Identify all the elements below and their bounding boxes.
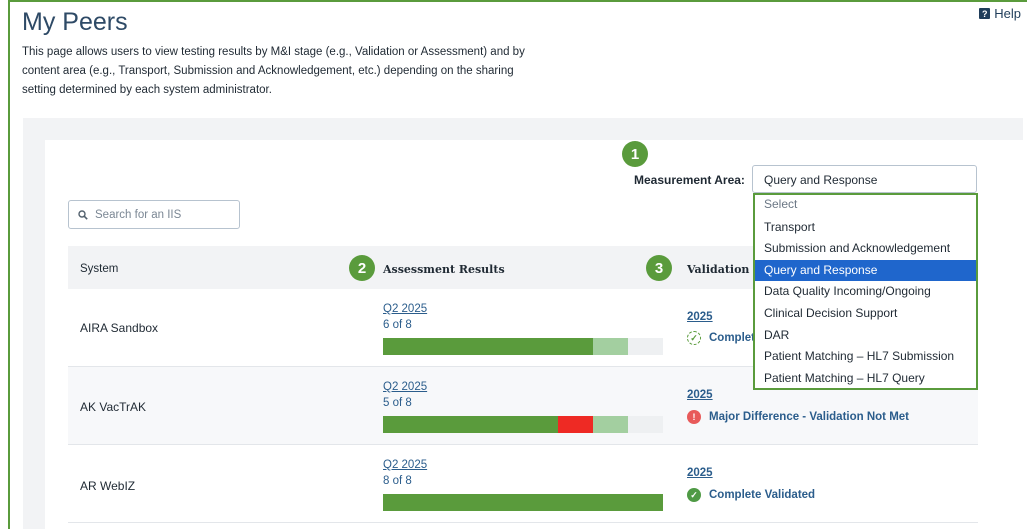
system-name: AK VacTrAK [80, 400, 147, 414]
assessment-progress-bar [383, 338, 663, 355]
dropdown-option[interactable]: Clinical Decision Support [755, 303, 976, 325]
header-system[interactable]: System [80, 263, 118, 275]
help-icon: ? [979, 8, 991, 19]
validation-year-link[interactable]: 2025 [687, 467, 713, 479]
validation-status: ✓ Complete Validated [687, 488, 815, 502]
validation-status: ! Major Difference - Validation Not Met [687, 410, 909, 424]
check-circle-icon: ✓ [687, 488, 701, 502]
bar-segment-partial [593, 416, 628, 433]
measurement-area-dropdown: Select Transport Submission and Acknowle… [753, 193, 978, 390]
assessment-period-link[interactable]: Q2 2025 [383, 459, 427, 471]
search-input[interactable]: Search for an IIS [68, 200, 240, 229]
bar-segment-failed [558, 416, 593, 433]
measurement-area-select[interactable]: Query and Response [752, 165, 977, 193]
assessment-progress-bar [383, 416, 663, 433]
system-name: AR WebIZ [80, 479, 136, 493]
assessment-progress-bar [383, 494, 663, 511]
validation-year-link[interactable]: 2025 [687, 389, 713, 401]
validation-status-text: Major Difference - Validation Not Met [709, 411, 909, 423]
page-description: This page allows users to view testing r… [22, 46, 525, 96]
validation-status: ✓ Complete [687, 331, 761, 345]
table-row [68, 445, 978, 523]
dropdown-option[interactable]: Query and Response [755, 259, 976, 282]
assessment-period-link[interactable]: Q2 2025 [383, 381, 427, 393]
dropdown-option[interactable]: Select [755, 195, 976, 217]
bar-segment-passed [383, 494, 663, 511]
validation-status-text: Complete Validated [709, 489, 816, 501]
step-marker-2: 2 [349, 255, 375, 281]
search-icon [78, 209, 88, 220]
bar-segment-passed [383, 416, 558, 433]
header-assessment-results[interactable]: Assessment Results [383, 263, 505, 276]
dropdown-option[interactable]: Submission and Acknowledgement [755, 238, 976, 260]
dropdown-option[interactable]: Patient Matching – HL7 Submission [755, 346, 976, 368]
assessment-count: 8 of 8 [383, 475, 412, 487]
page-title: My Peers [22, 8, 128, 36]
validation-year-link[interactable]: 2025 [687, 311, 713, 323]
system-name: AIRA Sandbox [80, 321, 159, 335]
bar-segment-passed [383, 338, 593, 355]
dropdown-option[interactable]: Transport [755, 217, 976, 239]
assessment-period-link[interactable]: Q2 2025 [383, 303, 427, 315]
dropdown-option[interactable]: Patient Matching – HL7 Query [755, 368, 976, 390]
help-link[interactable]: ? Help [979, 6, 1021, 21]
step-marker-3: 3 [646, 255, 672, 281]
dropdown-option[interactable]: DAR [755, 325, 976, 347]
measurement-area-label: Measurement Area: [634, 173, 745, 187]
exclamation-icon: ! [687, 410, 701, 424]
dropdown-option[interactable]: Data Quality Incoming/Ongoing [755, 281, 976, 303]
search-placeholder: Search for an IIS [95, 208, 182, 221]
help-label: Help [994, 6, 1021, 21]
assessment-count: 6 of 8 [383, 319, 412, 331]
step-marker-1: 1 [622, 141, 648, 167]
assessment-count: 5 of 8 [383, 397, 412, 409]
bar-segment-partial [593, 338, 628, 355]
dashed-check-icon: ✓ [687, 331, 701, 345]
